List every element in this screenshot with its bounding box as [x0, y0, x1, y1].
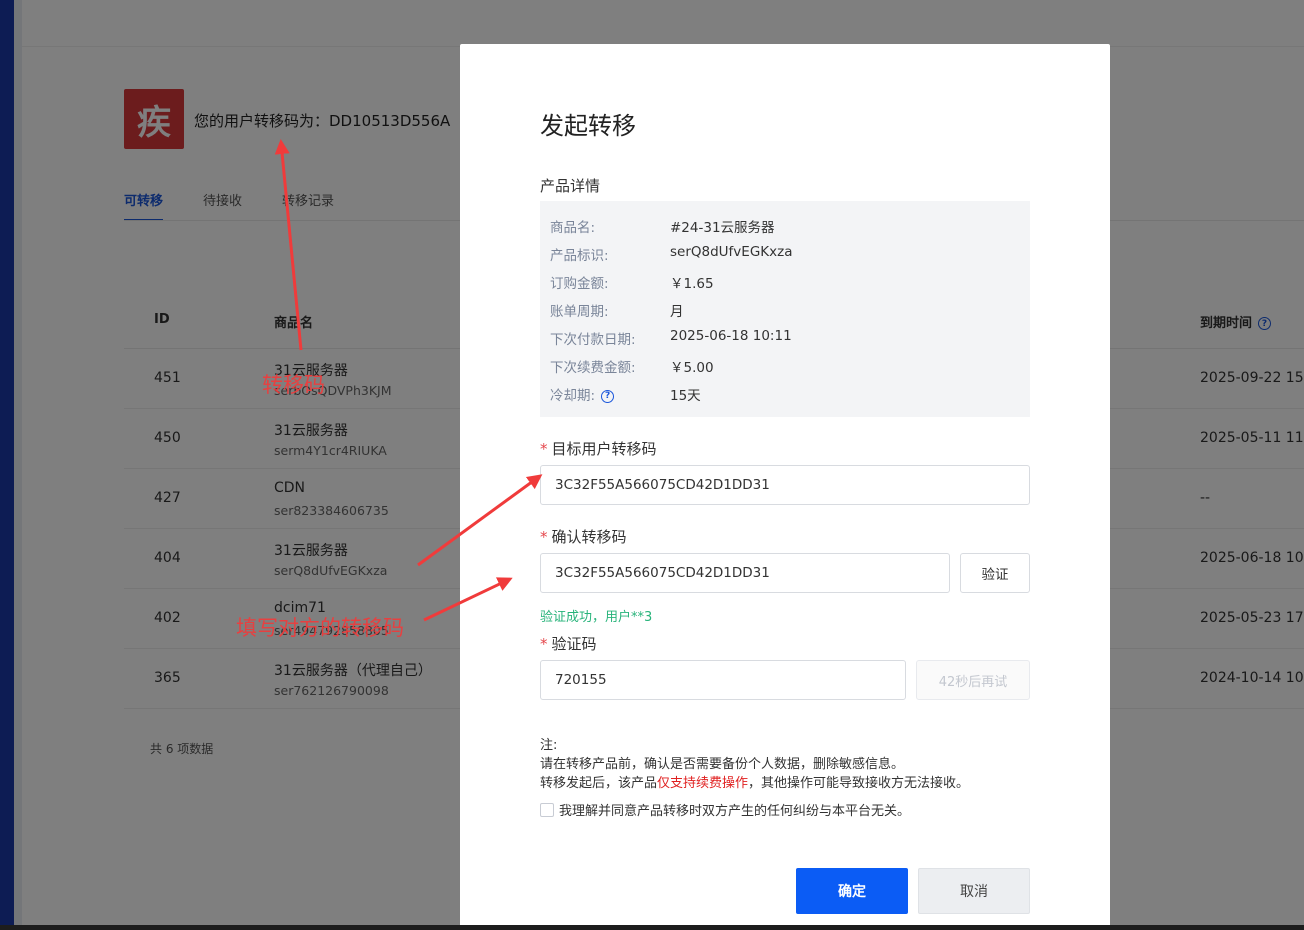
confirm-code-label-text: 确认转移码 [551, 528, 627, 546]
transfer-modal: 发起转移 产品详情 商品名: #24-31云服务器 产品标识: serQ8dUf… [460, 44, 1110, 930]
detail-value: #24-31云服务器 [670, 220, 775, 236]
required-mark: * [540, 440, 548, 458]
detail-key: 产品标识: [550, 248, 609, 264]
section-title: 产品详情 [540, 177, 601, 195]
verification-code-label-text: 验证码 [551, 635, 597, 653]
detail-value: 15天 [670, 388, 701, 404]
verification-code-label: * 验证码 [540, 633, 597, 654]
target-code-label-text: 目标用户转移码 [551, 440, 657, 458]
agree-checkbox[interactable] [540, 802, 554, 817]
detail-value: ￥5.00 [670, 360, 714, 376]
confirm-code-label: * 确认转移码 [540, 526, 627, 547]
annotation-fill-other-code: 填写对方的转移码 [236, 616, 404, 640]
note-line: 转移发起后，该产品仅支持续费操作，其他操作可能导致接收方无法接收。 [540, 772, 969, 791]
target-code-input[interactable]: 3C32F55A566075CD42D1DD31 [540, 465, 1030, 505]
note-text: 转移发起后，该产品 [540, 776, 658, 791]
product-details: 商品名: #24-31云服务器 产品标识: serQ8dUfvEGKxza 订购… [540, 201, 1030, 417]
cancel-button[interactable]: 取消 [918, 868, 1030, 914]
detail-value: ￥1.65 [670, 276, 714, 292]
note-text: ，其他操作可能导致接收方无法接收。 [748, 776, 970, 791]
confirm-code-input[interactable]: 3C32F55A566075CD42D1DD31 [540, 553, 950, 593]
detail-key: 下次付款日期: [550, 332, 636, 348]
agree-row[interactable]: 我理解并同意产品转移时双方产生的任何纠纷与本平台无关。 [540, 800, 910, 819]
bottom-bar [0, 925, 1304, 930]
verify-button[interactable]: 验证 [960, 553, 1030, 593]
note-title: 注: [540, 738, 558, 753]
resend-code-button[interactable]: 42秒后再试 [916, 660, 1030, 700]
required-mark: * [540, 528, 548, 546]
detail-key: 商品名: [550, 220, 596, 236]
annotation-transfer-code: 转移码 [262, 373, 325, 397]
verify-success-message: 验证成功，用户**3 [540, 610, 653, 625]
note-highlight: 仅支持续费操作 [657, 776, 749, 791]
detail-key: 账单周期: [550, 304, 609, 320]
detail-value: 月 [670, 304, 684, 320]
detail-value: serQ8dUfvEGKxza [670, 244, 793, 260]
verification-code-input[interactable]: 720155 [540, 660, 906, 700]
detail-key: 下次续费金额: [550, 360, 636, 376]
detail-key-label: 冷却期: [550, 388, 596, 404]
help-icon[interactable]: ? [601, 389, 615, 403]
note-line: 请在转移产品前，确认是否需要备份个人数据，删除敏感信息。 [540, 757, 905, 772]
agree-text: 我理解并同意产品转移时双方产生的任何纠纷与本平台无关。 [559, 804, 911, 819]
required-mark: * [540, 635, 548, 653]
target-code-label: * 目标用户转移码 [540, 438, 657, 459]
detail-value: 2025-06-18 10:11 [670, 328, 792, 344]
confirm-button[interactable]: 确定 [796, 868, 908, 914]
detail-key: 冷却期:? [550, 384, 670, 404]
modal-title: 发起转移 [540, 112, 636, 140]
detail-key: 订购金额: [550, 276, 609, 292]
